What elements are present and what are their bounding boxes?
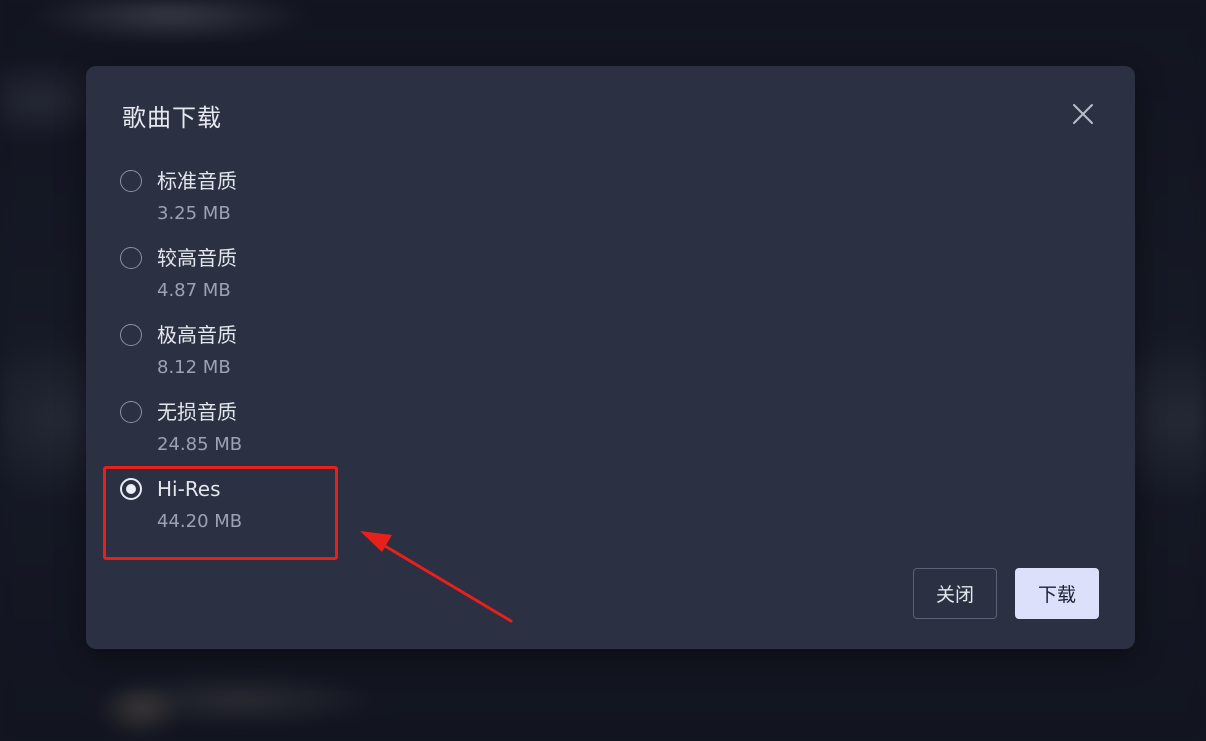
- radio-button[interactable]: [120, 324, 142, 346]
- option-size: 24.85 MB: [157, 434, 243, 455]
- quality-option-standard[interactable]: 标准音质 3.25 MB: [120, 168, 360, 245]
- quality-options: 标准音质 3.25 MB 较高音质 4.87 MB 极高音质 8.12 MB 无…: [120, 168, 360, 553]
- download-button[interactable]: 下载: [1015, 568, 1099, 619]
- option-size: 4.87 MB: [157, 280, 231, 301]
- quality-option-higher[interactable]: 较高音质 4.87 MB: [120, 245, 360, 322]
- quality-option-extreme[interactable]: 极高音质 8.12 MB: [120, 322, 360, 399]
- song-download-dialog: 歌曲下载 标准音质 3.25 MB 较高音质 4.87 MB 极高音质 8.12…: [86, 66, 1135, 649]
- option-size: 44.20 MB: [157, 511, 243, 532]
- option-label: 极高音质: [157, 323, 237, 347]
- radio-button[interactable]: [120, 401, 142, 423]
- option-label: 较高音质: [157, 246, 237, 270]
- radio-button-selected[interactable]: [120, 478, 142, 500]
- option-label: 标准音质: [157, 169, 237, 193]
- close-icon[interactable]: [1071, 102, 1095, 126]
- radio-button[interactable]: [120, 170, 142, 192]
- radio-button[interactable]: [120, 247, 142, 269]
- option-label: 无损音质: [157, 400, 237, 424]
- close-button[interactable]: 关闭: [913, 568, 997, 619]
- option-size: 8.12 MB: [157, 357, 231, 378]
- quality-option-hires[interactable]: Hi-Res 44.20 MB: [120, 476, 360, 553]
- option-size: 3.25 MB: [157, 203, 231, 224]
- quality-option-lossless[interactable]: 无损音质 24.85 MB: [120, 399, 360, 476]
- dialog-title: 歌曲下载: [122, 104, 222, 132]
- option-label: Hi-Res: [157, 477, 221, 501]
